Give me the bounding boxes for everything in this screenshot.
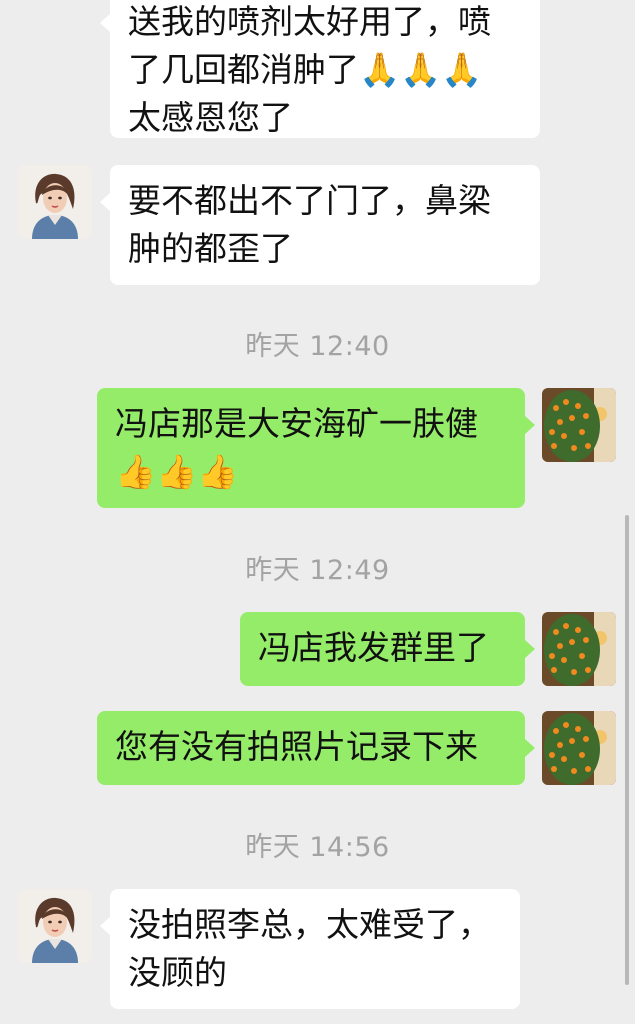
message-line: 了几回都消肿了🙏🙏🙏 xyxy=(128,50,483,89)
incoming-message-bubble[interactable]: 要不都出不了门了，鼻梁 肿的都歪了 xyxy=(100,165,540,285)
incoming-message-bubble[interactable]: 没拍照李总，太难受了， 没顾的 xyxy=(100,889,520,1009)
message-line: 没拍照李总，太难受了， xyxy=(128,905,491,944)
message-line: 肿的都歪了 xyxy=(128,229,293,268)
my-avatar[interactable] xyxy=(542,612,616,686)
timestamp: 昨天 12:40 xyxy=(245,331,390,362)
outgoing-message-bubble[interactable]: 冯店我发群里了 xyxy=(240,612,535,686)
woman-portrait-icon xyxy=(18,889,92,963)
message-line: 送我的喷剂太好用了，喷 xyxy=(128,2,491,41)
message-line: 要不都出不了门了，鼻梁 xyxy=(128,181,491,220)
message-line: 没顾的 xyxy=(128,953,227,992)
message-line: 冯店那是大安海矿一肤健 xyxy=(115,404,478,443)
timestamp: 昨天 12:49 xyxy=(245,555,390,586)
orange-tree-icon xyxy=(542,612,616,686)
my-avatar[interactable] xyxy=(542,711,616,785)
scrollbar[interactable] xyxy=(625,515,629,985)
incoming-message-bubble[interactable]: 送我的喷剂太好用了，喷 了几回都消肿了🙏🙏🙏 太感恩您了 xyxy=(100,0,540,138)
timestamp: 昨天 14:56 xyxy=(245,832,390,863)
my-avatar[interactable] xyxy=(542,388,616,462)
outgoing-message-bubble[interactable]: 您有没有拍照片记录下来 xyxy=(97,711,535,785)
message-line: 👍👍👍 xyxy=(115,452,239,491)
message-line: 冯店我发群里了 xyxy=(258,628,489,667)
message-line: 太感恩您了 xyxy=(128,98,293,137)
message-line: 您有没有拍照片记录下来 xyxy=(115,727,478,766)
contact-avatar[interactable] xyxy=(18,165,92,239)
contact-avatar[interactable] xyxy=(18,889,92,963)
orange-tree-icon xyxy=(542,388,616,462)
chat-conversation: 送我的喷剂太好用了，喷 了几回都消肿了🙏🙏🙏 太感恩您了 要不都出不了门了，鼻梁… xyxy=(0,0,635,1024)
orange-tree-icon xyxy=(542,711,616,785)
woman-portrait-icon xyxy=(18,165,92,239)
outgoing-message-bubble[interactable]: 冯店那是大安海矿一肤健 👍👍👍 xyxy=(97,388,535,508)
